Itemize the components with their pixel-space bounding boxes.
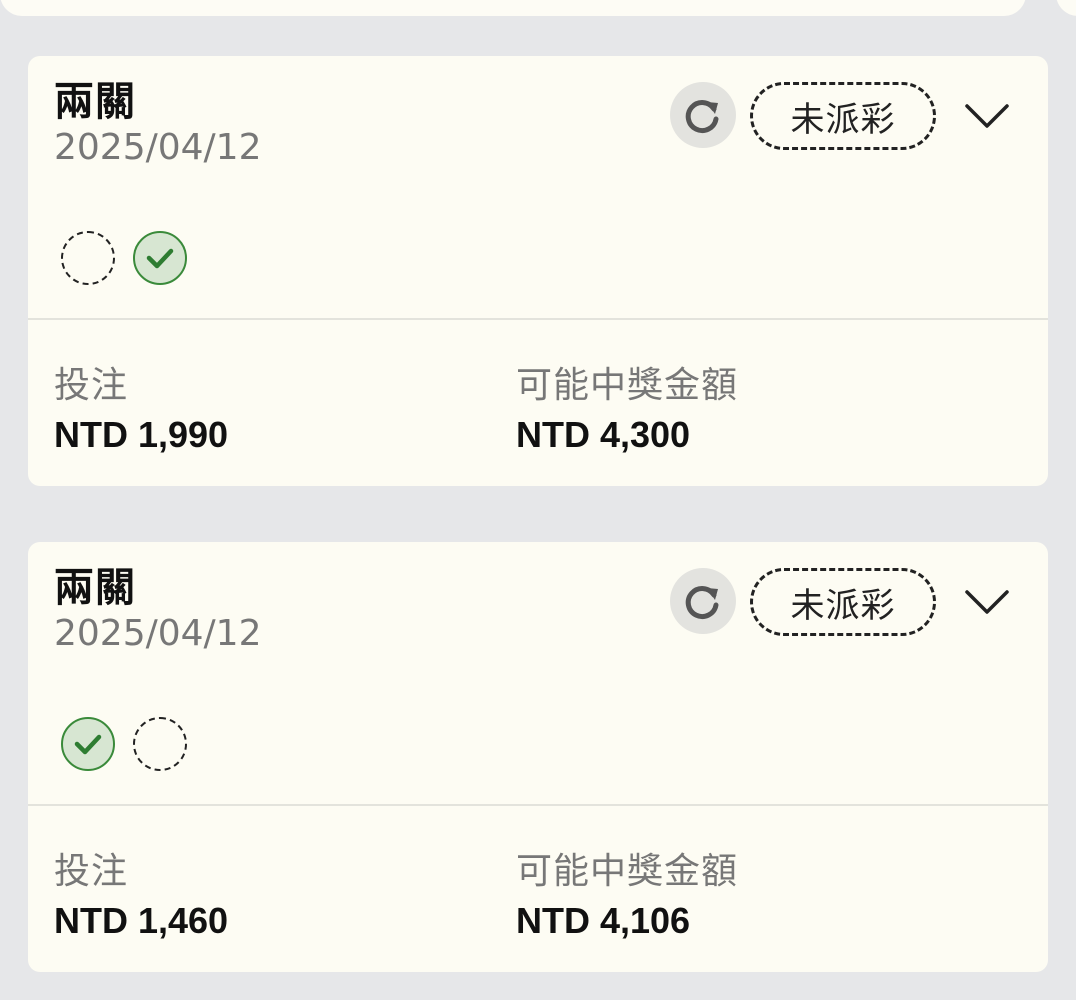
bet-card-footer: 投注 NTD 1,460 可能中獎金額 NTD 4,106 <box>28 806 1048 972</box>
bet-card: 兩關 2025/04/12 未派彩 投注 <box>28 542 1048 972</box>
payout-label: 可能中獎金額 <box>516 851 739 892</box>
stake-block: 投注 NTD 1,990 <box>54 364 228 458</box>
bet-card-footer: 投注 NTD 1,990 可能中獎金額 NTD 4,300 <box>28 320 1048 486</box>
check-circle-icon <box>61 717 115 771</box>
chevron-down-icon <box>965 590 1009 614</box>
stake-block: 投注 NTD 1,460 <box>54 850 228 944</box>
check-circle-icon <box>133 231 187 285</box>
refresh-icon <box>685 100 719 134</box>
payout-value: NTD 4,300 <box>516 414 691 455</box>
payout-block: 可能中獎金額 NTD 4,106 <box>516 850 738 944</box>
stake-value: NTD 1,990 <box>54 414 229 455</box>
side-card-edge <box>1056 0 1076 16</box>
chevron-down-icon <box>965 104 1009 128</box>
status-badge: 未派彩 <box>750 82 936 150</box>
payout-label: 可能中獎金額 <box>516 365 739 406</box>
refresh-icon <box>685 586 719 620</box>
status-label: 未派彩 <box>790 99 896 140</box>
payout-value: NTD 4,106 <box>516 900 691 941</box>
bet-card-header: 兩關 2025/04/12 未派彩 <box>28 542 1048 806</box>
expand-button[interactable] <box>962 96 1012 136</box>
bet-type-title: 兩關 <box>54 565 136 611</box>
leg-status-list <box>61 231 187 285</box>
stake-label: 投注 <box>54 851 129 892</box>
stake-value: NTD 1,460 <box>54 900 229 941</box>
expand-button[interactable] <box>962 582 1012 622</box>
refresh-button[interactable] <box>670 568 736 634</box>
payout-block: 可能中獎金額 NTD 4,300 <box>516 364 738 458</box>
bet-card-header: 兩關 2025/04/12 未派彩 <box>28 56 1048 320</box>
refresh-button[interactable] <box>670 82 736 148</box>
leg-status-list <box>61 717 187 771</box>
bet-date: 2025/04/12 <box>54 127 262 168</box>
bet-card: 兩關 2025/04/12 未派彩 投注 <box>28 56 1048 486</box>
bet-date: 2025/04/12 <box>54 613 262 654</box>
status-label: 未派彩 <box>790 585 896 626</box>
leg-pending-icon <box>133 717 187 771</box>
leg-pending-icon <box>61 231 115 285</box>
previous-card-edge <box>0 0 1026 16</box>
stake-label: 投注 <box>54 365 129 406</box>
bet-type-title: 兩關 <box>54 79 136 125</box>
status-badge: 未派彩 <box>750 568 936 636</box>
